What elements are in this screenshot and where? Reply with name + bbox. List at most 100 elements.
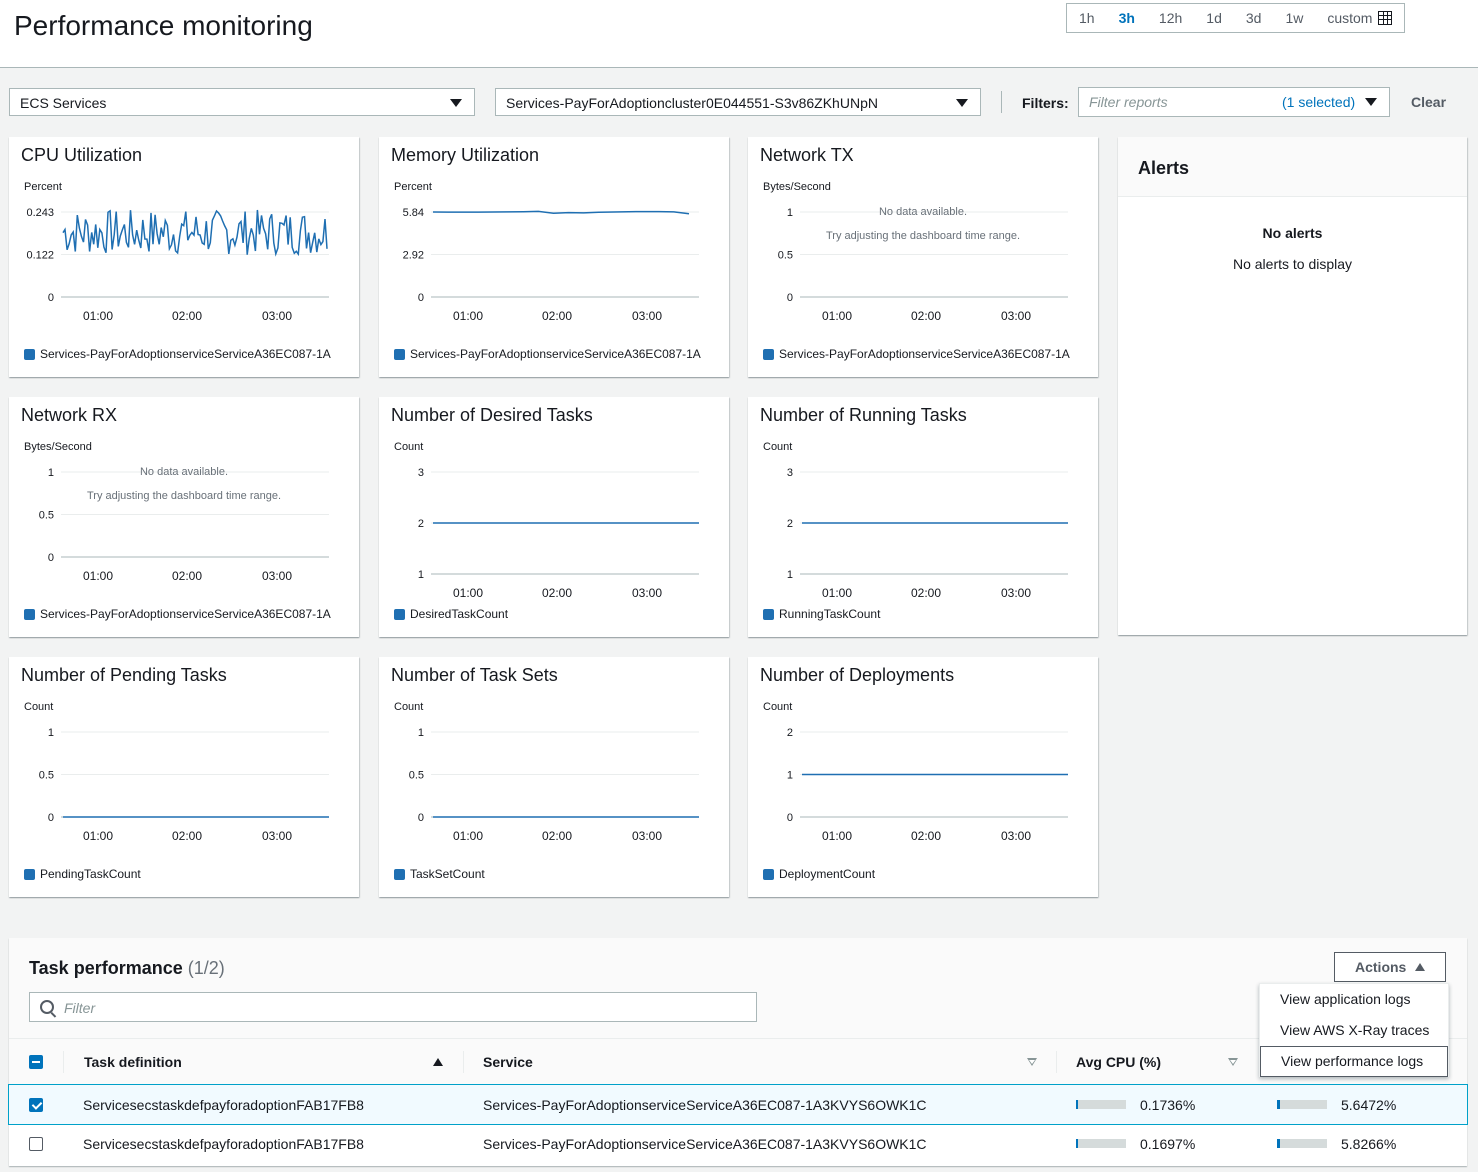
caret-down-icon [1365, 98, 1377, 106]
chart-legend[interactable]: PendingTaskCount [24, 867, 141, 881]
chart-legend[interactable]: TaskSetCount [394, 867, 485, 881]
range-12h[interactable]: 12h [1147, 4, 1194, 32]
chart-legend[interactable]: Services-PayForAdoptionserviceServiceA36… [24, 347, 331, 361]
axis-unit-label: Percent [394, 181, 432, 193]
chart-legend[interactable]: DeploymentCount [763, 867, 875, 881]
table-row[interactable]: ServicesecstaskdefpayforadoptionFAB17FB8… [9, 1124, 1467, 1163]
chart-legend[interactable]: DesiredTaskCount [394, 607, 508, 621]
chart-plot: Count 1 0.5 0 01:00 02:00 03:00 [394, 701, 699, 843]
axis-unit-label: Percent [24, 181, 62, 193]
x-tick-label: 02:00 [172, 569, 202, 583]
y-tick-label: 2 [418, 518, 424, 530]
resource-type-select[interactable]: ECS Services [9, 88, 475, 116]
chart-legend[interactable]: RunningTaskCount [763, 607, 880, 621]
chart-legend[interactable]: Services-PayForAdoptionserviceServiceA36… [763, 347, 1070, 361]
y-tick-label: 1 [787, 569, 793, 581]
chart-legend[interactable]: Services-PayForAdoptionserviceServiceA36… [394, 347, 701, 361]
y-tick-label: 0.122 [26, 250, 54, 262]
range-1w[interactable]: 1w [1273, 4, 1315, 32]
x-tick-label: 03:00 [262, 569, 292, 583]
legend-label: TaskSetCount [410, 867, 485, 881]
cpu-bar-fill [1076, 1139, 1078, 1148]
axis-unit-label: Count [763, 441, 792, 453]
number-of-deployments-chart: Count 2 1 0 01:00 02:00 03:00 Number of Deploym… [748, 657, 1098, 897]
resource-select[interactable]: Services-PayForAdoptioncluster0E044551-S… [495, 88, 981, 116]
memory-bar-fill [1277, 1100, 1280, 1109]
task-performance-panel: Task performance (1/2) Actions Filter Ta… [8, 938, 1468, 1166]
y-tick-label: 1 [48, 467, 54, 479]
range-custom-label: custom [1327, 10, 1373, 26]
column-divider [1056, 1051, 1057, 1073]
clear-button[interactable]: Clear [1411, 94, 1446, 110]
caret-down-icon [956, 99, 968, 107]
task-filter-input[interactable]: Filter [29, 992, 757, 1022]
y-tick-label: 1 [418, 569, 424, 581]
y-tick-label: 0.5 [39, 770, 54, 782]
y-tick-label: 3 [787, 467, 793, 479]
task-performance-title: Task performance (1/2) [29, 958, 225, 979]
legend-label: DesiredTaskCount [410, 607, 509, 621]
range-3h[interactable]: 3h [1107, 4, 1147, 32]
table-row[interactable]: ServicesecstaskdefpayforadoptionFAB17FB8… [8, 1084, 1468, 1125]
column-service[interactable]: Service [483, 1054, 533, 1070]
sort-icon[interactable] [1027, 1058, 1037, 1066]
column-task-definition[interactable]: Task definition [84, 1054, 182, 1070]
chart-title: Network TX [760, 145, 854, 165]
chart-title: Number of Desired Tasks [391, 405, 593, 425]
legend-swatch [763, 348, 774, 360]
cpu-bar-fill [1076, 1100, 1078, 1109]
series-line [62, 209, 328, 257]
legend-label: Services-PayForAdoptionserviceServiceA36… [410, 347, 701, 361]
menu-view-application-logs[interactable]: View application logs [1280, 991, 1411, 1007]
y-tick-label: 0 [48, 812, 54, 824]
select-all-checkbox[interactable] [29, 1055, 43, 1069]
alerts-empty-title: No alerts [1262, 225, 1323, 241]
column-avg-cpu[interactable]: Avg CPU (%) [1076, 1054, 1161, 1070]
sort-icon[interactable] [1228, 1058, 1238, 1066]
range-1d[interactable]: 1d [1194, 4, 1234, 32]
sort-ascending-icon[interactable] [433, 1058, 443, 1066]
chart-plot: Count 1 0.5 0 01:00 02:00 03:00 [24, 701, 329, 843]
chart-title: Network RX [21, 405, 118, 425]
memory-cell: 5.6472% [1341, 1097, 1397, 1113]
number-of-running-tasks-chart: Count 3 2 1 01:00 02:00 03:00 Number of Running… [748, 397, 1098, 637]
resource-type-value: ECS Services [20, 95, 107, 111]
column-divider [463, 1051, 464, 1073]
x-tick-label: 01:00 [83, 829, 113, 843]
search-icon [40, 1000, 54, 1014]
range-1h[interactable]: 1h [1067, 4, 1107, 32]
actions-button[interactable]: Actions [1334, 952, 1446, 982]
legend-label: Services-PayForAdoptionserviceServiceA36… [40, 347, 331, 361]
actions-label: Actions [1355, 959, 1407, 975]
menu-view-performance-logs[interactable]: View performance logs [1260, 1046, 1448, 1077]
range-custom[interactable]: custom [1315, 4, 1404, 32]
x-tick-label: 02:00 [542, 829, 572, 843]
menu-view-xray-traces[interactable]: View AWS X-Ray traces [1280, 1022, 1429, 1038]
x-tick-label: 02:00 [172, 309, 202, 323]
y-tick-label: 1 [48, 727, 54, 739]
y-tick-label: 0 [787, 292, 793, 304]
task-definition-cell: ServicesecstaskdefpayforadoptionFAB17FB8 [83, 1136, 364, 1152]
x-tick-label: 01:00 [83, 569, 113, 583]
no-data-hint: Try adjusting the dashboard time range. [826, 230, 1020, 242]
calendar-icon [1378, 11, 1393, 25]
row-checkbox[interactable] [29, 1098, 43, 1112]
service-cell: Services-PayForAdoptionserviceServiceA36… [483, 1136, 927, 1152]
network-tx-chart: Bytes/Second 1 0.5 0 01:00 02:00 03:00 No data … [748, 137, 1098, 377]
x-tick-label: 03:00 [1001, 309, 1031, 323]
x-tick-label: 01:00 [822, 309, 852, 323]
number-of-desired-tasks-chart: Count 3 2 1 01:00 02:00 03:00 Number of Desired… [379, 397, 729, 637]
actions-menu: View application logs View AWS X-Ray tra… [1259, 983, 1449, 1077]
range-3d[interactable]: 3d [1234, 4, 1274, 32]
chart-title: CPU Utilization [21, 145, 143, 165]
filter-reports-select[interactable]: Filter reports (1 selected) [1078, 87, 1390, 117]
y-tick-label: 0.5 [409, 770, 424, 782]
chart-legend[interactable]: Services-PayForAdoptionserviceServiceA36… [24, 607, 331, 621]
chart-title: Number of Pending Tasks [21, 665, 227, 685]
legend-swatch [394, 348, 405, 360]
row-checkbox[interactable] [29, 1137, 43, 1151]
toolbar-divider [1001, 91, 1002, 113]
memory-bar [1277, 1100, 1327, 1109]
no-data-message: No data available. [879, 206, 967, 218]
x-tick-label: 03:00 [262, 829, 292, 843]
